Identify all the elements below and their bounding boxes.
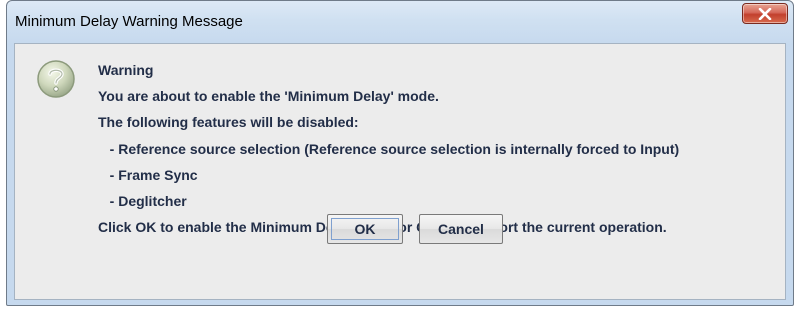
close-button[interactable]	[742, 3, 788, 24]
dialog-body: Warning You are about to enable the 'Min…	[14, 43, 786, 300]
window-title: Minimum Delay Warning Message	[15, 13, 243, 30]
title-bar[interactable]: Minimum Delay Warning Message	[7, 1, 793, 43]
close-icon	[758, 7, 772, 20]
warning-heading: Warning	[98, 62, 154, 78]
ok-button-label: OK	[354, 221, 376, 237]
question-icon	[37, 60, 75, 98]
cancel-button[interactable]: Cancel	[419, 214, 503, 244]
message-line-3: - Reference source selection (Reference …	[98, 141, 680, 157]
message-line-2: The following features will be disabled:	[98, 114, 359, 130]
message-line-4: - Frame Sync	[98, 167, 198, 183]
ok-button[interactable]: OK	[327, 214, 403, 244]
button-bar: OK Cancel	[14, 214, 786, 244]
dialog-window: Minimum Delay Warning Message Warning Yo…	[6, 0, 794, 306]
message-line-1: You are about to enable the 'Minimum Del…	[98, 88, 439, 104]
cancel-button-label: Cancel	[438, 221, 484, 237]
message-line-5: - Deglitcher	[98, 193, 187, 209]
